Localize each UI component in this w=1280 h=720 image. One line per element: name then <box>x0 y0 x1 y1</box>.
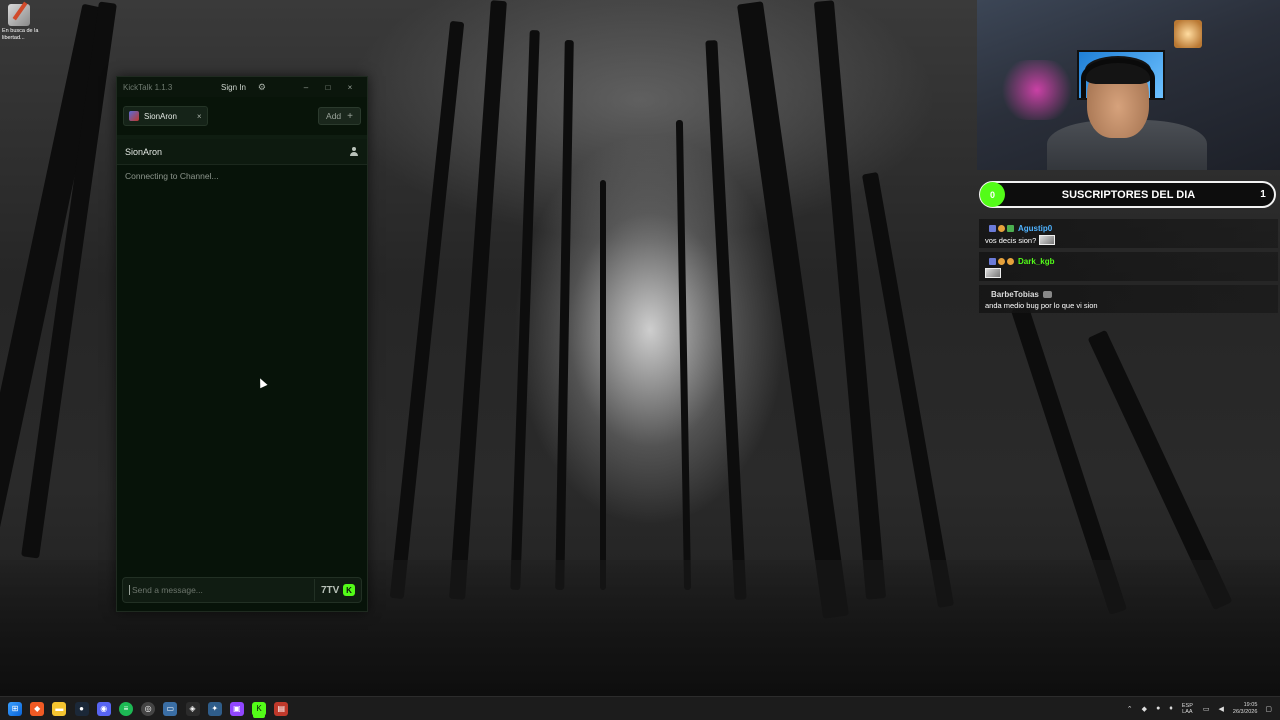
chat-text: vos decis sion? <box>985 235 1037 245</box>
system-tray: ⌃ ◆ ● ♦ ESP LAA ▭ ◀ 19:05 26/3/2026 ▢ <box>1127 702 1280 716</box>
twitch-icon[interactable]: ▣ <box>229 701 244 716</box>
tree-trunk <box>389 20 465 600</box>
user-icon[interactable] <box>349 146 359 157</box>
steam-tray-icon[interactable]: ◆ <box>1142 705 1147 713</box>
chat-username: Dark_kgb <box>1018 256 1055 266</box>
tree-trunk <box>705 40 747 600</box>
badge-icon <box>989 257 996 265</box>
tree-trunk <box>555 39 574 591</box>
sign-in-button[interactable]: Sign In <box>217 81 250 94</box>
recorder-icon[interactable]: ▤ <box>274 701 289 716</box>
desktop-shortcut-label: En busca de la libertad... <box>2 28 39 41</box>
desktop-shortcut[interactable]: En busca de la libertad... <box>2 4 42 42</box>
microphone-icon[interactable]: ♦ <box>1169 705 1173 712</box>
kicktalk-window: KickTalk 1.1.3 Sign In ⚙ – □ × SionAron … <box>116 76 368 612</box>
game-icon[interactable]: ✦ <box>207 701 222 716</box>
add-label: Add <box>326 111 342 121</box>
pink-light <box>997 60 1077 120</box>
7tv-emote-icon[interactable]: 7TV <box>321 585 339 596</box>
minimize-button[interactable]: – <box>295 83 317 92</box>
tab-sionaron[interactable]: SionAron × <box>123 106 208 126</box>
brave-icon[interactable]: ◆ <box>30 701 45 716</box>
channel-avatar <box>129 111 139 121</box>
add-channel-button[interactable]: Add + <box>318 107 361 125</box>
plus-icon: + <box>347 110 353 122</box>
clock[interactable]: 19:05 26/3/2026 <box>1233 702 1257 716</box>
network-icon[interactable]: ▭ <box>1203 705 1210 713</box>
file-explorer-icon[interactable]: ▬ <box>52 701 67 716</box>
language-indicator[interactable]: ESP LAA <box>1182 703 1193 715</box>
kicktalk-icon[interactable]: K <box>252 701 267 716</box>
webcam-feed <box>977 0 1280 170</box>
emote-image <box>985 268 1001 278</box>
window-titlebar[interactable]: KickTalk 1.1.3 Sign In ⚙ – □ × <box>117 77 367 97</box>
volume-icon[interactable]: ◀ <box>1219 705 1224 713</box>
notification-icon[interactable]: ▢ <box>1265 705 1272 713</box>
badge-icon <box>989 224 996 232</box>
taskbar-apps: ⊞ ◆ ▬ ● ◉ ≡ ◎ ▭ ◈ ✦ ▣ K ▤ <box>8 701 296 716</box>
shortcut-icon <box>8 4 30 26</box>
tab-label: SionAron <box>144 111 177 121</box>
stream-chat-overlay: Agustip0 vos decis sion? Dark_kgb BarbeT… <box>979 219 1278 317</box>
badge-icon <box>998 224 1005 232</box>
channel-tabs-bar: SionAron × Add + <box>117 97 367 139</box>
message-input-bar: 7TV K <box>122 577 362 603</box>
badge-icon <box>1007 224 1014 232</box>
input-divider <box>314 579 315 601</box>
chat-username: BarbeTobias <box>991 289 1039 299</box>
spotify-icon[interactable]: ≡ <box>118 701 133 716</box>
close-icon[interactable]: × <box>197 112 202 121</box>
chat-message: BarbeTobias anda medio bug por lo que vi… <box>979 285 1278 313</box>
chat-username: Agustip0 <box>1018 223 1053 233</box>
chrome-icon[interactable]: ◎ <box>141 701 156 716</box>
gear-icon[interactable]: ⚙ <box>258 82 266 93</box>
chat-text: anda medio bug por lo que vi sion <box>985 301 1098 310</box>
emote-image <box>1039 235 1056 245</box>
message-input[interactable] <box>129 585 308 595</box>
connection-status: Connecting to Channel... <box>125 171 219 181</box>
badge-icon <box>998 257 1005 265</box>
tree-trunk <box>600 180 606 590</box>
maximize-button[interactable]: □ <box>317 83 339 92</box>
badge-icon <box>1042 290 1052 298</box>
vpn-icon[interactable]: ▭ <box>163 701 178 716</box>
clock-time: 19:05 <box>1243 701 1258 708</box>
tree-trunk <box>449 0 507 600</box>
steam-icon[interactable]: ● <box>74 701 89 716</box>
clock-date: 26/3/2026 <box>1232 708 1258 715</box>
channel-header: SionAron <box>117 139 367 165</box>
windows-start-icon[interactable]: ⊞ <box>8 701 22 716</box>
chevron-up-icon[interactable]: ⌃ <box>1127 705 1133 713</box>
kick-emote-icon[interactable]: K <box>343 584 355 596</box>
chat-body[interactable]: Connecting to Channel... <box>117 165 367 563</box>
close-button[interactable]: × <box>339 83 361 92</box>
badge-icon <box>1007 257 1014 265</box>
channel-name: SionAron <box>125 146 163 157</box>
discord-tray-icon[interactable]: ● <box>1156 705 1160 712</box>
subs-goal-count: 1 <box>1260 189 1266 200</box>
subs-goal-bar: 0 SUSCRIPTORES DEL DIA 1 <box>979 181 1276 208</box>
keyboard-layout: LAA <box>1182 708 1193 715</box>
discord-icon[interactable]: ◉ <box>96 701 111 716</box>
app-icon[interactable]: ◈ <box>185 701 200 716</box>
tree-trunk <box>510 29 540 591</box>
subs-goal-title: SUSCRIPTORES DEL DIA <box>1061 188 1196 201</box>
tree-trunk <box>675 119 692 591</box>
subs-progress-count: 0 <box>980 182 1005 207</box>
taskbar: ⊞ ◆ ▬ ● ◉ ≡ ◎ ▭ ◈ ✦ ▣ K ▤ ⌃ ◆ ● ♦ ESP LA… <box>0 696 1280 720</box>
chat-message: Dark_kgb <box>979 252 1278 281</box>
headset <box>1081 58 1155 98</box>
lamp <box>1174 20 1202 48</box>
chat-message: Agustip0 vos decis sion? <box>979 219 1278 248</box>
language-code: ESP <box>1181 702 1193 709</box>
app-title: KickTalk 1.1.3 <box>123 82 173 92</box>
